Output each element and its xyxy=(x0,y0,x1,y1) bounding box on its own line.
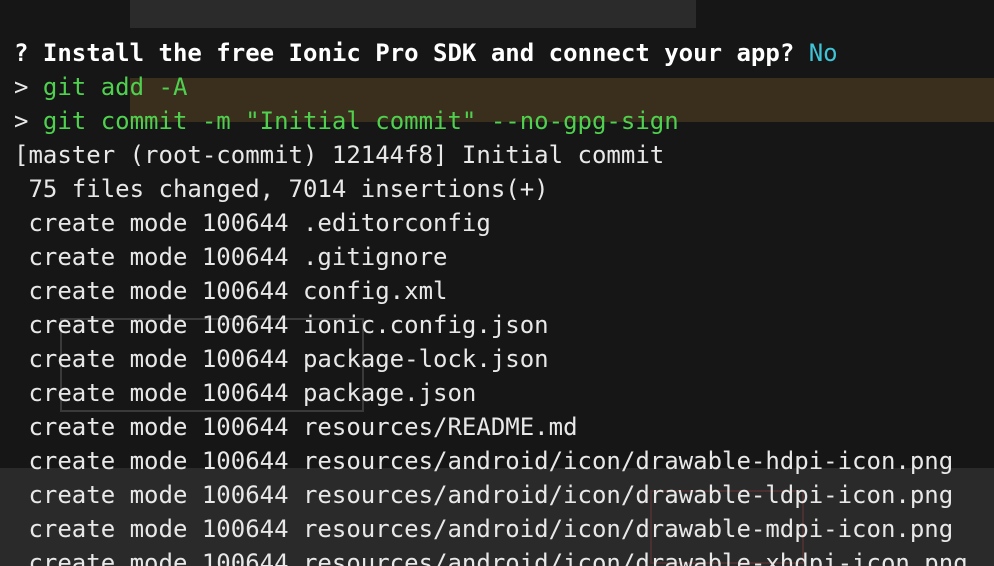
output-line: create mode 100644 resources/android/ico… xyxy=(14,549,968,566)
output-line: create mode 100644 resources/README.md xyxy=(14,413,578,441)
prompt-question-line: ? Install the free Ionic Pro SDK and con… xyxy=(14,36,994,70)
command-line: > git add -A xyxy=(14,70,994,104)
output-line: create mode 100644 resources/android/ico… xyxy=(14,447,954,475)
output-line: create mode 100644 config.xml xyxy=(14,277,448,305)
prompt-symbol: > xyxy=(14,73,29,101)
command-text: git commit -m "Initial commit" --no-gpg-… xyxy=(42,107,679,135)
output-line: create mode 100644 ionic.config.json xyxy=(14,311,549,339)
question-mark: ? xyxy=(14,39,29,67)
output-line: create mode 100644 package-lock.json xyxy=(14,345,549,373)
output-line: create mode 100644 resources/android/ico… xyxy=(14,515,954,543)
question-text: Install the free Ionic Pro SDK and conne… xyxy=(42,39,795,67)
command-text: git add -A xyxy=(42,73,188,101)
output-line: create mode 100644 resources/android/ico… xyxy=(14,481,954,509)
background-window xyxy=(130,0,696,28)
output-line: [master (root-commit) 12144f8] Initial c… xyxy=(14,141,665,169)
terminal-window[interactable]: ? Install the free Ionic Pro SDK and con… xyxy=(0,0,994,566)
output-line: create mode 100644 .gitignore xyxy=(14,243,448,271)
output-line: create mode 100644 .editorconfig xyxy=(14,209,491,237)
output-line: 75 files changed, 7014 insertions(+) xyxy=(14,175,549,203)
command-line: > git commit -m "Initial commit" --no-gp… xyxy=(14,104,994,138)
terminal-output: ? Install the free Ionic Pro SDK and con… xyxy=(14,36,994,566)
question-answer: No xyxy=(808,39,838,67)
prompt-symbol: > xyxy=(14,107,29,135)
output-line: create mode 100644 package.json xyxy=(14,379,477,407)
